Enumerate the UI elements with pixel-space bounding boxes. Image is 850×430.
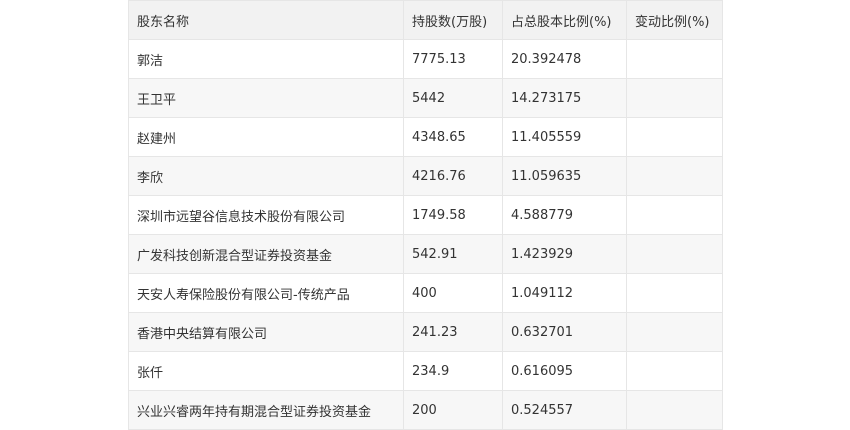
table-row: 王卫平 5442 14.273175 [128,78,723,118]
table-row: 天安人寿保险股份有限公司-传统产品 400 1.049112 [128,273,723,313]
table-row: 李欣 4216.76 11.059635 [128,156,723,196]
cell-shares-held: 400 [403,273,503,313]
cell-change-ratio [626,117,723,157]
cell-shareholder-name: 王卫平 [128,78,404,118]
cell-shares-held: 234.9 [403,351,503,391]
cell-share-ratio: 1.049112 [502,273,627,313]
header-shareholder-name: 股东名称 [128,0,404,40]
table-row: 赵建州 4348.65 11.405559 [128,117,723,157]
cell-share-ratio: 11.059635 [502,156,627,196]
cell-shareholder-name: 天安人寿保险股份有限公司-传统产品 [128,273,404,313]
cell-change-ratio [626,234,723,274]
shareholder-table: 股东名称 持股数(万股) 占总股本比例(%) 变动比例(%) 郭洁 7775.1… [128,0,723,430]
cell-shares-held: 542.91 [403,234,503,274]
cell-shareholder-name: 深圳市远望谷信息技术股份有限公司 [128,195,404,235]
header-share-ratio: 占总股本比例(%) [502,0,627,40]
cell-shareholder-name: 张仟 [128,351,404,391]
table-row: 广发科技创新混合型证券投资基金 542.91 1.423929 [128,234,723,274]
cell-share-ratio: 1.423929 [502,234,627,274]
cell-change-ratio [626,39,723,79]
cell-shares-held: 7775.13 [403,39,503,79]
cell-change-ratio [626,351,723,391]
cell-shareholder-name: 广发科技创新混合型证券投资基金 [128,234,404,274]
cell-shareholder-name: 兴业兴睿两年持有期混合型证券投资基金 [128,390,404,430]
cell-share-ratio: 14.273175 [502,78,627,118]
cell-share-ratio: 20.392478 [502,39,627,79]
cell-shares-held: 5442 [403,78,503,118]
cell-shareholder-name: 李欣 [128,156,404,196]
cell-change-ratio [626,78,723,118]
cell-shareholder-name: 郭洁 [128,39,404,79]
table-row: 张仟 234.9 0.616095 [128,351,723,391]
cell-change-ratio [626,156,723,196]
cell-shares-held: 200 [403,390,503,430]
shareholder-table-container: 股东名称 持股数(万股) 占总股本比例(%) 变动比例(%) 郭洁 7775.1… [128,0,723,430]
table-row: 郭洁 7775.13 20.392478 [128,39,723,79]
cell-share-ratio: 0.632701 [502,312,627,352]
table-row: 深圳市远望谷信息技术股份有限公司 1749.58 4.588779 [128,195,723,235]
cell-share-ratio: 11.405559 [502,117,627,157]
cell-shares-held: 4216.76 [403,156,503,196]
cell-shareholder-name: 赵建州 [128,117,404,157]
cell-shareholder-name: 香港中央结算有限公司 [128,312,404,352]
cell-shares-held: 1749.58 [403,195,503,235]
cell-shares-held: 4348.65 [403,117,503,157]
cell-share-ratio: 4.588779 [502,195,627,235]
cell-shares-held: 241.23 [403,312,503,352]
header-change-ratio: 变动比例(%) [626,0,723,40]
cell-share-ratio: 0.616095 [502,351,627,391]
cell-change-ratio [626,312,723,352]
cell-share-ratio: 0.524557 [502,390,627,430]
cell-change-ratio [626,195,723,235]
table-row: 香港中央结算有限公司 241.23 0.632701 [128,312,723,352]
table-header-row: 股东名称 持股数(万股) 占总股本比例(%) 变动比例(%) [128,0,723,40]
table-row: 兴业兴睿两年持有期混合型证券投资基金 200 0.524557 [128,390,723,430]
cell-change-ratio [626,390,723,430]
cell-change-ratio [626,273,723,313]
header-shares-held: 持股数(万股) [403,0,503,40]
